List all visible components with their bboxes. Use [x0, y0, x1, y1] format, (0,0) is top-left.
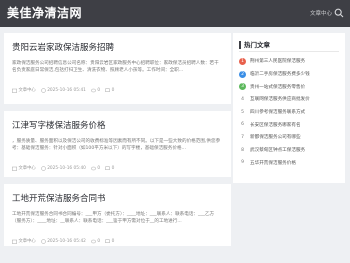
hot-article-item[interactable]: 8 武汉蔡甸区钟点工保洁服务	[239, 144, 339, 157]
nav-article-center[interactable]: 文章中心	[310, 9, 332, 17]
article-meta: 文章中心 2025-10-16 05:42 0 0	[12, 238, 223, 244]
article-meta: 文章中心 2025-10-16 05:40 0 0	[12, 165, 223, 171]
comment-icon	[105, 166, 110, 170]
site-logo[interactable]: 美佳净清洁网	[7, 4, 82, 21]
hot-article-label[interactable]: 临沂二手房保洁服务费多少钱	[250, 71, 310, 77]
hot-article-item[interactable]: 6 长安区保洁服务哪家有名	[239, 118, 339, 131]
clock-icon	[40, 87, 46, 93]
folder-icon	[12, 88, 17, 93]
hot-article-label[interactable]: 新都保洁服务公司有哪些	[250, 134, 301, 140]
hot-article-label[interactable]: 武汉蔡甸区钟点工保洁服务	[250, 147, 305, 153]
eye-icon	[90, 239, 96, 243]
article-author[interactable]: 文章中心	[19, 165, 36, 171]
hot-article-label[interactable]: 互联网保洁服务供应商批发价	[250, 96, 310, 102]
article-list: 贵阳云岩家政保洁服务招聘 家政保洁服务公司招聘信息公司名称：贵阳云岩区家政服务中…	[4, 33, 231, 253]
clock-icon	[40, 165, 46, 171]
article-date: 2025-10-16 05:40	[47, 165, 86, 171]
rank-badge: 2	[239, 70, 246, 78]
article-meta: 文章中心 2025-10-16 05:41 0 0	[12, 87, 223, 93]
rank-badge: 5	[241, 109, 244, 115]
comment-icon	[105, 239, 110, 243]
article-comments: 0	[111, 87, 115, 93]
divider	[239, 51, 339, 52]
article-title[interactable]: 贵阳云岩家政保洁服务招聘	[12, 41, 223, 53]
hot-article-item[interactable]: 3 贵州一站式保洁服务零售价	[239, 80, 339, 93]
hot-article-label[interactable]: 五华开荒保洁服务价格	[250, 160, 296, 166]
hot-article-item[interactable]: 2 临沂二手房保洁服务费多少钱	[239, 68, 339, 81]
rank-badge: 4	[241, 96, 244, 102]
article-date: 2025-10-16 05:41	[47, 87, 86, 93]
search-icon[interactable]	[334, 8, 344, 18]
rank-badge: 9	[241, 160, 244, 166]
article-author[interactable]: 文章中心	[19, 238, 36, 244]
comment-icon	[105, 88, 110, 92]
hot-articles-sidebar: 热门文章 1 荆州第三人民医院保洁服务 2 临沂二手房保洁服务费多少钱 3 贵州一站式保洁…	[233, 33, 345, 183]
hot-article-label[interactable]: 荆州第三人民医院保洁服务	[250, 58, 305, 64]
article-excerpt: 工地开荒保洁服务合同书合同编号：___甲方（委托方）：____地址：___联系人…	[12, 212, 215, 225]
eye-icon	[90, 88, 96, 92]
hot-article-label[interactable]: 长安区保洁服务哪家有名	[250, 122, 301, 128]
rank-badge: 7	[241, 134, 244, 140]
hot-article-item[interactable]: 7 新都保洁服务公司有哪些	[239, 131, 339, 144]
article-date: 2025-10-16 05:42	[47, 238, 86, 244]
article-views: 0	[97, 238, 101, 244]
article-views: 0	[97, 165, 101, 171]
article-excerpt: 家政保洁服务公司招聘信息公司名称：贵阳云岩区家政服务中心招聘职位：家政保洁员招聘…	[12, 61, 219, 74]
article-card[interactable]: 贵阳云岩家政保洁服务招聘 家政保洁服务公司招聘信息公司名称：贵阳云岩区家政服务中…	[4, 33, 231, 104]
rank-badge: 1	[239, 57, 246, 65]
hot-article-item[interactable]: 1 荆州第三人民医院保洁服务	[239, 55, 339, 68]
sidebar-title: 热门文章	[239, 41, 339, 49]
hot-article-item[interactable]: 4 互联网保洁服务供应商批发价	[239, 93, 339, 106]
hot-article-item[interactable]: 9 五华开荒保洁服务价格	[239, 157, 339, 170]
folder-icon	[12, 166, 17, 171]
article-author[interactable]: 文章中心	[19, 87, 36, 93]
top-bar: 美佳净清洁网 文章中心	[0, 0, 350, 27]
clock-icon	[40, 238, 46, 244]
article-excerpt: ，服务质量、服务面积以及保洁公司的收费标准等因素而有所不同。以下是一些大致的价格…	[12, 139, 221, 152]
rank-badge: 8	[241, 147, 244, 153]
rank-badge: 3	[239, 83, 246, 91]
hot-article-label[interactable]: 贵州一站式保洁服务零售价	[250, 84, 305, 90]
hot-article-list: 1 荆州第三人民医院保洁服务 2 临沂二手房保洁服务费多少钱 3 贵州一站式保洁服务零售价…	[239, 55, 339, 169]
folder-icon	[12, 239, 17, 244]
article-title[interactable]: 江津写字楼保洁服务价格	[12, 119, 223, 131]
hot-article-item[interactable]: 5 四川参考保洁服务联系方式	[239, 106, 339, 119]
article-views: 0	[97, 87, 101, 93]
article-comments: 0	[111, 165, 115, 171]
article-title[interactable]: 工地开荒保洁服务合同书	[12, 192, 223, 204]
eye-icon	[90, 166, 96, 170]
hot-article-label[interactable]: 四川参考保洁服务联系方式	[250, 109, 305, 115]
article-card[interactable]: 工地开荒保洁服务合同书 工地开荒保洁服务合同书合同编号：___甲方（委托方）：_…	[4, 184, 231, 246]
rank-badge: 6	[241, 122, 244, 128]
article-card[interactable]: 江津写字楼保洁服务价格 ，服务质量、服务面积以及保洁公司的收费标准等因素而有所不…	[4, 111, 231, 177]
article-comments: 0	[111, 238, 115, 244]
